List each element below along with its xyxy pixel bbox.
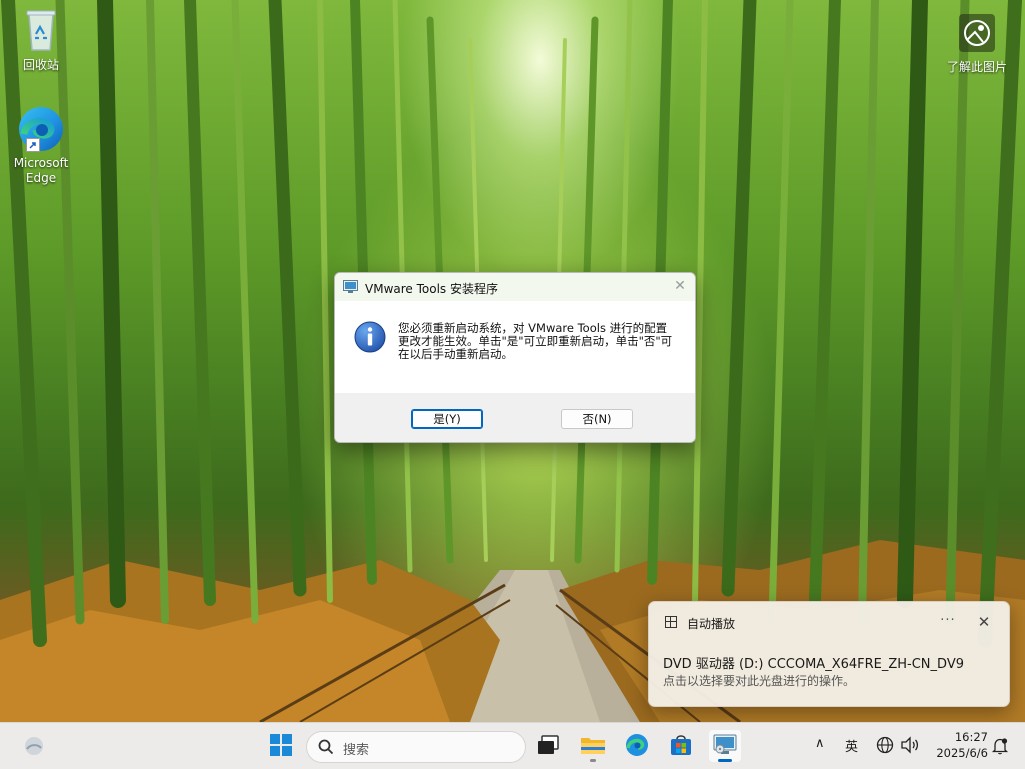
clock-time: 16:27 — [954, 730, 988, 744]
dialog-titlebar[interactable]: VMware Tools 安装程序 ✕ — [335, 273, 695, 301]
dialog-close-button[interactable]: ✕ — [672, 278, 688, 294]
show-hidden-icons-button[interactable]: ∧ — [815, 736, 825, 751]
taskbar-search-box[interactable]: 搜索 — [306, 731, 526, 763]
taskbar-edge[interactable] — [621, 730, 653, 762]
info-icon — [354, 321, 386, 356]
autoplay-icon — [665, 616, 677, 628]
widgets-button[interactable] — [18, 730, 50, 762]
taskbar-file-explorer[interactable] — [577, 730, 609, 762]
search-icon — [318, 739, 334, 758]
task-view-icon — [537, 734, 559, 758]
desktop-icon-label: 了解此图片 — [946, 60, 1007, 74]
input-method-indicator[interactable]: 英 — [845, 736, 858, 755]
running-indicator — [590, 759, 596, 762]
shortcut-arrow-icon — [26, 138, 40, 152]
taskbar-vmware-setup[interactable] — [709, 730, 741, 762]
clock-date: 2025/6/6 — [936, 746, 988, 760]
file-explorer-icon — [580, 734, 606, 759]
start-icon — [270, 733, 292, 759]
store-icon — [669, 733, 693, 760]
taskbar-store[interactable] — [665, 730, 697, 762]
taskbar: 搜索 ∧ 英 16:27 2025/6/6 — [0, 722, 1025, 769]
dialog-footer: 是(Y) 否(N) — [335, 393, 695, 442]
notification-close-button[interactable]: ✕ — [975, 613, 993, 631]
active-indicator — [718, 759, 732, 762]
desktop-icon-learn-picture[interactable]: 了解此图片 — [940, 12, 1014, 75]
autoplay-notification[interactable]: 自动播放 ··· ✕ DVD 驱动器 (D:) CCCOMA_X64FRE_ZH… — [648, 601, 1010, 707]
notification-bell-icon[interactable] — [991, 737, 1009, 758]
taskbar-clock[interactable]: 16:27 2025/6/6 — [928, 729, 988, 761]
desktop-icon-edge[interactable]: Microsoft Edge — [4, 104, 78, 186]
network-icon[interactable] — [876, 736, 894, 757]
search-placeholder: 搜索 — [343, 743, 370, 758]
dialog-title: VMware Tools 安装程序 — [365, 282, 498, 296]
vmware-tools-dialog: VMware Tools 安装程序 ✕ 您必须重新启动系统，对 VMware T… — [334, 272, 696, 443]
vmware-setup-icon — [343, 280, 358, 293]
learn-picture-icon — [940, 12, 1014, 58]
more-options-button[interactable]: ··· — [937, 613, 959, 628]
desktop-icon-label: 回收站 — [22, 58, 59, 72]
recycle-bin-icon — [4, 8, 78, 56]
volume-icon[interactable] — [900, 736, 920, 757]
start-button[interactable] — [265, 730, 297, 762]
notification-action-text: 点击以选择要对此光盘进行的操作。 — [663, 674, 856, 688]
edge-icon — [16, 104, 66, 154]
desktop-icon-recycle-bin[interactable]: 回收站 — [4, 8, 78, 73]
yes-button[interactable]: 是(Y) — [411, 409, 483, 429]
dialog-message: 您必须重新启动系统，对 VMware Tools 进行的配置更改才能生效。单击"… — [398, 321, 673, 361]
notification-title: 自动播放 — [687, 617, 736, 631]
notification-drive-text: DVD 驱动器 (D:) CCCOMA_X64FRE_ZH-CN_DV9 — [663, 657, 964, 672]
dialog-body: 您必须重新启动系统，对 VMware Tools 进行的配置更改才能生效。单击"… — [335, 301, 695, 393]
vmware-setup-icon — [713, 733, 737, 760]
desktop-icon-label: Microsoft Edge — [13, 156, 69, 185]
weather-icon — [22, 733, 46, 760]
edge-icon — [625, 733, 649, 760]
no-button[interactable]: 否(N) — [561, 409, 633, 429]
task-view-button[interactable] — [532, 730, 564, 762]
